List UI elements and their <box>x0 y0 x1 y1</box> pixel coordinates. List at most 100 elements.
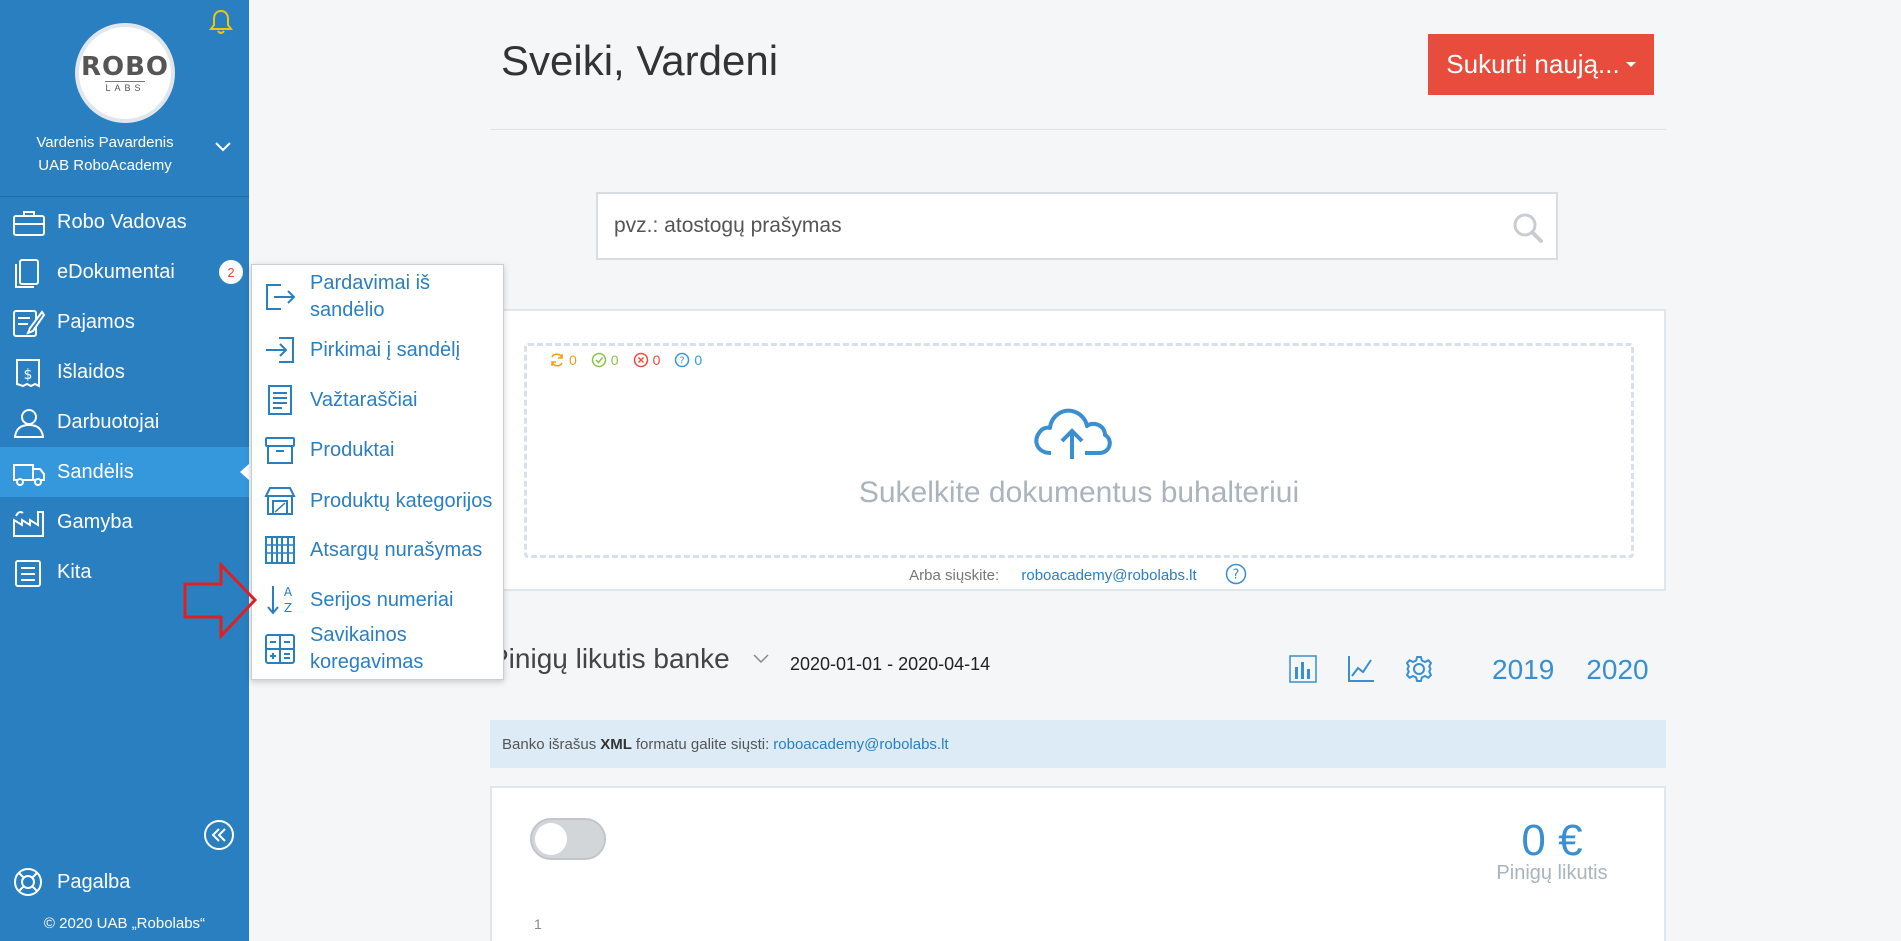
balance-section-title[interactable]: Pinigų likutis banke <box>490 643 770 675</box>
dropzone-text: Sukelkite dokumentus buhalteriui <box>858 476 1300 509</box>
caret-down-icon <box>1625 62 1636 67</box>
bank-email-link[interactable]: roboacademy@robolabs.lt <box>773 736 948 753</box>
svg-text:$: $ <box>24 367 33 383</box>
user-info[interactable]: Vardenis Pavardenis UAB RoboAcademy <box>20 131 230 177</box>
axis-tick-label: 1 <box>534 916 542 932</box>
submenu-item-label: Važtaraščiai <box>310 388 418 411</box>
balance-amount: 0 € <box>1521 816 1583 865</box>
submenu-item-label: Pardavimai iš sandėlio <box>310 272 431 321</box>
page-title: Sveiki, Vardeni <box>501 37 779 84</box>
submenu-item-label: Produktai <box>310 438 395 461</box>
export-icon <box>266 284 296 310</box>
sidebar-item-pajamos[interactable]: Pajamos <box>0 297 249 347</box>
info-prefix: Banko išrašus <box>502 735 597 753</box>
sidebar-item-label: eDokumentai <box>57 260 175 283</box>
help-label: Pagalba <box>57 870 131 893</box>
upload-email-link[interactable]: roboacademy@robolabs.lt <box>1021 567 1196 584</box>
logo-text: ROBO <box>80 51 170 82</box>
sidebar-item-robo-vadovas[interactable]: Robo Vadovas <box>0 197 249 247</box>
sidebar-item-label: Robo Vadovas <box>57 210 187 233</box>
balance-card: 0 € Pinigų likutis 1 <box>490 786 1666 941</box>
sidebar-item-islaidos[interactable]: $ Išlaidos <box>0 347 249 397</box>
pending-counter[interactable]: 0 <box>549 352 577 368</box>
submenu-item-product-categories[interactable]: Produktų kategorijos <box>252 473 505 529</box>
user-name: Vardenis Pavardenis <box>36 134 174 151</box>
svg-text:?: ? <box>1232 568 1239 583</box>
receipt-icon: $ <box>16 359 40 388</box>
svg-text:?: ? <box>680 356 685 367</box>
balance-toggle[interactable] <box>530 818 606 860</box>
submenu-item-label: Serijos numeriai <box>310 588 454 611</box>
date-range[interactable]: 2020-01-01 - 2020-04-14 <box>790 654 990 675</box>
bar-chart-icon[interactable] <box>1288 654 1318 684</box>
search-icon[interactable] <box>1512 212 1544 244</box>
sort-az-icon: A Z <box>267 585 293 615</box>
counter-value: 0 <box>610 352 619 368</box>
user-company: UAB RoboAcademy <box>38 157 172 174</box>
rejected-counter[interactable]: 0 <box>633 352 661 368</box>
year-option[interactable]: 2020 <box>1586 654 1648 686</box>
logo-subtext: LABS <box>105 80 145 93</box>
submenu-item-label: Produktų kategorijos <box>310 489 493 512</box>
year-option[interactable]: 2019 <box>1492 654 1554 686</box>
import-icon <box>266 337 294 363</box>
documents-icon <box>15 259 39 288</box>
counter-value: 0 <box>569 352 577 368</box>
sidebar-item-sandelis[interactable]: Sandėlis <box>0 447 249 497</box>
submenu-item-waybills[interactable]: Važtaraščiai <box>252 383 505 417</box>
create-new-label: Sukurti naują... <box>1446 49 1620 79</box>
approved-counter[interactable]: 0 <box>591 352 619 368</box>
cloud-upload-icon <box>1034 408 1112 459</box>
svg-text:A: A <box>284 585 293 599</box>
briefcase-icon <box>13 211 45 236</box>
bell-icon[interactable] <box>208 8 234 36</box>
submenu-item-stock-writeoff[interactable]: Atsargų nurašymas <box>252 533 505 567</box>
sidebar-item-label: Kita <box>57 560 92 583</box>
submenu-item-sales[interactable]: Pardavimai iš sandėlio <box>252 269 505 325</box>
submenu-item-purchases[interactable]: Pirkimai į sandėlį <box>252 333 505 367</box>
sidebar-item-gamyba[interactable]: Gamyba <box>0 497 249 547</box>
help-link[interactable]: Pagalba <box>12 866 130 898</box>
sidebar-nav: Robo Vadovas eDokumentai 2 Pajamos $ Išl… <box>0 196 249 597</box>
store-icon <box>264 487 296 515</box>
sidebar-item-label: Pajamos <box>57 310 135 333</box>
sync-icon <box>551 353 563 367</box>
chart-controls <box>1288 654 1434 684</box>
submenu-item-label: Atsargų nurašymas <box>310 538 483 561</box>
collapse-sidebar-icon[interactable] <box>202 818 236 852</box>
search-input[interactable] <box>614 214 1494 238</box>
arrow-pointer-icon <box>183 562 258 639</box>
sidebar-item-darbuotojai[interactable]: Darbuotojai <box>0 397 249 447</box>
search-box <box>596 192 1558 260</box>
line-chart-icon[interactable] <box>1346 654 1376 684</box>
document-dropzone[interactable]: 0 0 0 ? 0 Sukelkite dokumentus buhalteri… <box>524 343 1634 558</box>
box-icon <box>265 437 295 464</box>
check-circle-icon <box>591 352 607 368</box>
create-new-button[interactable]: Sukurti naują... <box>1428 34 1654 95</box>
submenu-item-products[interactable]: Produktai <box>252 433 505 467</box>
chevron-down-icon[interactable] <box>213 140 233 154</box>
upload-card: 0 0 0 ? 0 Sukelkite dokumentus buhalteri… <box>490 309 1666 591</box>
sidebar-item-edokumentai[interactable]: eDokumentai 2 <box>0 247 249 297</box>
svg-text:Z: Z <box>284 601 292 615</box>
status-counters: 0 0 0 ? 0 <box>549 352 702 368</box>
balance-title: Pinigų likutis banke <box>490 643 730 674</box>
question-circle-icon[interactable]: ? <box>1225 563 1247 585</box>
gear-icon[interactable] <box>1404 654 1434 684</box>
question-circle-icon: ? <box>675 352 690 368</box>
unknown-counter[interactable]: ? 0 <box>674 352 702 368</box>
edit-document-icon <box>13 310 46 337</box>
header-divider <box>490 129 1666 130</box>
submenu-item-label: Pirkimai į sandėlį <box>310 338 461 361</box>
submenu-item-serial-numbers[interactable]: A Z Serijos numeriai <box>252 583 505 617</box>
year-selector: 2019 2020 <box>1492 654 1649 686</box>
factory-icon <box>13 511 44 537</box>
upload-email-row: Arba siųskite: roboacademy@robolabs.lt ? <box>492 563 1664 585</box>
list-icon <box>15 560 41 587</box>
abacus-icon <box>265 536 295 564</box>
counter-value: 0 <box>694 352 703 368</box>
info-format: XML <box>600 735 632 753</box>
counter-value: 0 <box>652 352 661 368</box>
submenu-item-cost-adjustment[interactable]: Savikainos koregavimas <box>252 621 505 677</box>
company-logo[interactable]: ROBO LABS <box>75 23 175 123</box>
